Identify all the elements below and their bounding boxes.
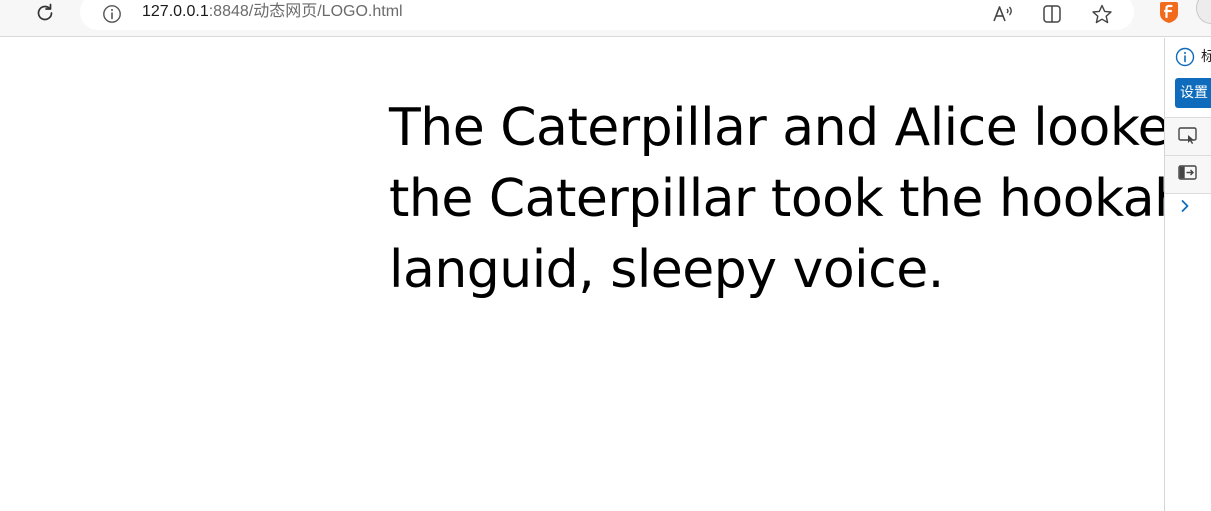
settings-button[interactable]: 设置 (1175, 78, 1211, 108)
info-icon (1175, 47, 1195, 67)
browser-toolbar: 127.0.0.1:8848/动态网页/LOGO.html (0, 0, 1211, 37)
split-screen-icon[interactable] (1039, 2, 1065, 26)
read-aloud-icon[interactable] (990, 2, 1016, 26)
side-panel: 标 设置 (1164, 38, 1211, 511)
exit-panel-icon (1177, 163, 1199, 187)
url-text[interactable]: 127.0.0.1:8848/动态网页/LOGO.html (142, 2, 403, 22)
extension-icon[interactable] (1157, 0, 1181, 24)
star-icon[interactable] (1089, 2, 1115, 26)
profile-avatar[interactable] (1196, 0, 1211, 24)
side-panel-text: 标 (1201, 49, 1211, 65)
caterpillar-paragraph: The Caterpillar and Alice looked the Cat… (389, 93, 1164, 306)
address-bar[interactable]: 127.0.0.1:8848/动态网页/LOGO.html (80, 0, 1134, 30)
paragraph-line: the Caterpillar took the hookah (389, 169, 1164, 229)
cast-button[interactable] (1165, 117, 1211, 155)
url-host: 127.0.0.1 (142, 3, 209, 20)
paragraph-line: The Caterpillar and Alice looked (389, 98, 1164, 158)
reload-icon[interactable] (28, 0, 62, 26)
page-content: The Caterpillar and Alice looked the Cat… (0, 38, 1164, 511)
divider (1165, 193, 1211, 194)
paragraph-line: languid, sleepy voice. (389, 240, 944, 300)
exit-panel-button[interactable] (1165, 155, 1211, 193)
url-path: :8848/动态网页/LOGO.html (208, 3, 403, 20)
info-icon[interactable] (102, 4, 122, 24)
chevron-right-icon[interactable] (1177, 196, 1193, 216)
cast-icon (1177, 125, 1199, 149)
